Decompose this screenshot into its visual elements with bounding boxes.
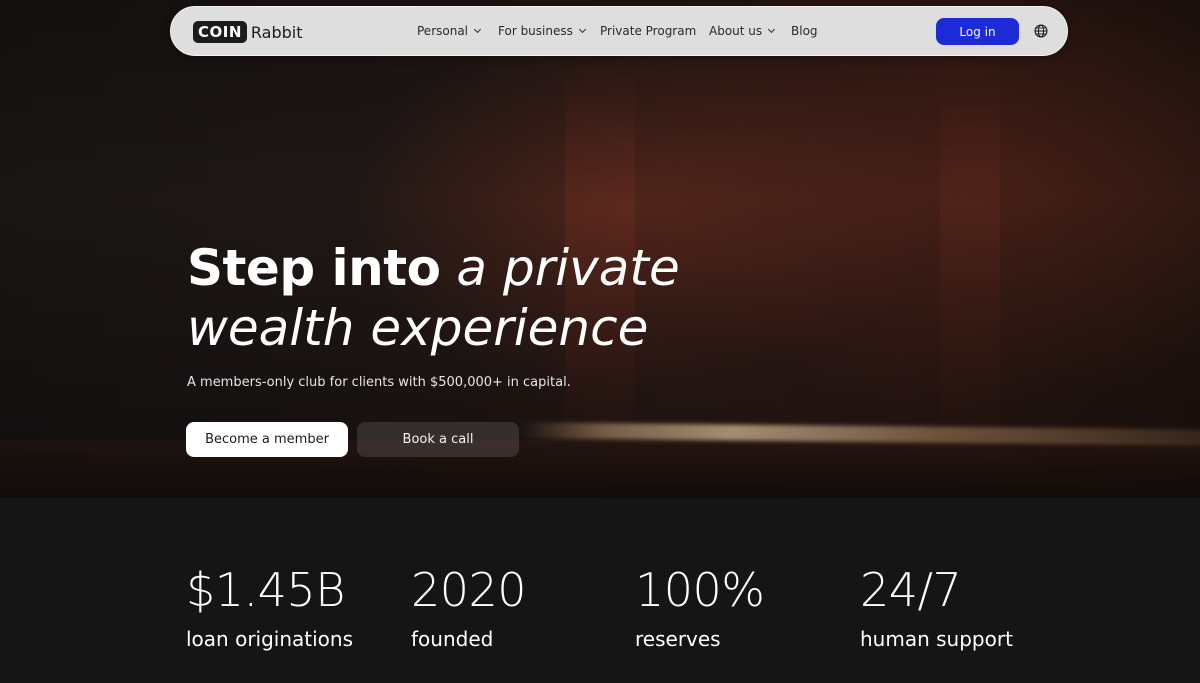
stat-item: 24/7 human support <box>860 564 1013 652</box>
logo[interactable]: COIN Rabbit <box>193 21 303 43</box>
hero-section: Step into a private wealth experience A … <box>0 0 1200 498</box>
headline-strong: Step into <box>187 239 441 297</box>
headline-light: a private <box>456 239 680 297</box>
nav-item-label: Private Program <box>600 24 697 38</box>
globe-icon[interactable] <box>1034 24 1048 38</box>
nav-item-label: About us <box>709 24 763 38</box>
book-call-button[interactable]: Book a call <box>357 422 519 457</box>
headline-line-2: wealth experience <box>187 299 649 357</box>
top-navbar: COIN Rabbit Personal For business Privat… <box>170 6 1068 56</box>
nav-item-label: Personal <box>417 24 469 38</box>
logo-rabbit: Rabbit <box>250 22 303 42</box>
headline-line-1: Step into a private <box>187 238 787 298</box>
stat-label: founded <box>411 627 494 651</box>
nav-item-private-program[interactable]: Private Program <box>600 24 696 38</box>
nav-item-label: Blog <box>791 24 818 38</box>
nav-item-personal[interactable]: Personal <box>417 24 482 38</box>
nav-item-label: For business <box>498 24 573 38</box>
hero-subtitle: A members-only club for clients with $50… <box>187 375 571 390</box>
chevron-down-icon <box>473 25 482 34</box>
stat-value: 2020 <box>411 563 527 617</box>
stat-item: 100% reserves <box>635 564 765 652</box>
login-button[interactable]: Log in <box>936 18 1019 45</box>
stat-value: 24/7 <box>860 563 962 617</box>
become-member-button[interactable]: Become a member <box>186 422 348 457</box>
stats-section: $1.45B loan originations 2020 founded 10… <box>0 498 1200 683</box>
nav-item-for-business[interactable]: For business <box>498 24 586 38</box>
logo-coin: COIN <box>193 21 247 43</box>
chevron-down-icon <box>578 25 586 34</box>
stat-label: human support <box>860 627 1013 651</box>
stat-value: 100% <box>635 563 765 617</box>
stat-label: reserves <box>635 627 721 651</box>
nav-item-blog[interactable]: Blog <box>791 24 818 38</box>
chevron-down-icon <box>768 25 776 34</box>
stat-item: 2020 founded <box>411 563 527 652</box>
hero-headline: Step into a private wealth experience <box>187 238 787 358</box>
nav-item-about-us[interactable]: About us <box>709 24 776 38</box>
stat-value: $1.45B <box>186 563 345 617</box>
stat-label: loan originations <box>186 627 354 651</box>
stat-item: $1.45B loan originations <box>186 564 353 652</box>
